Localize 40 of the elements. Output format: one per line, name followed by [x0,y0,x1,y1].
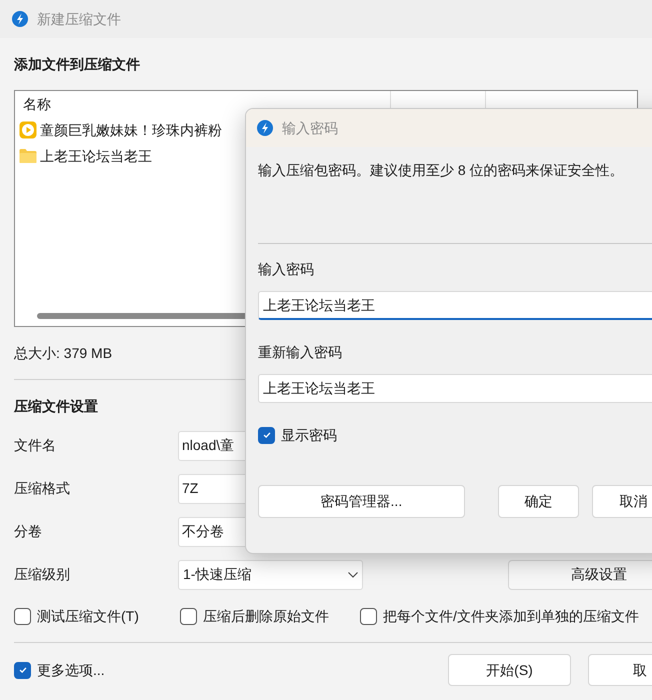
checkbox-label: 压缩后删除原始文件 [203,606,329,626]
password-field[interactable]: 上老王论坛当老王 [258,291,652,320]
checkbox-label: 把每个文件/文件夹添加到单独的压缩文件 [383,606,639,626]
file-name[interactable]: 童颜巨乳嫩妹妹！珍珠内裤粉 [40,120,222,140]
checkbox[interactable] [360,608,377,624]
folder-icon [19,148,37,164]
file-name[interactable]: 上老王论坛当老王 [40,146,152,166]
start-button[interactable]: 开始(S) [448,654,571,686]
dialog-description: 输入压缩包密码。建议使用至少 8 位的密码来保证安全性。 [258,161,625,180]
field-label: 输入密码 [258,260,315,279]
cancel-button[interactable]: 取消 [592,485,652,518]
app-logo-icon [257,120,273,136]
checkbox[interactable] [14,662,31,678]
chevron-down-icon [348,572,358,578]
app-logo-icon [12,11,28,27]
advanced-settings-button[interactable]: 高级设置 [508,560,652,590]
password-manager-button[interactable]: 密码管理器... [258,485,465,518]
window-title: 新建压缩文件 [37,10,121,28]
password-field[interactable]: 上老王论坛当老王 [258,374,652,403]
checkbox[interactable] [14,608,31,624]
field-label: 压缩格式 [14,479,71,498]
field-label: 文件名 [14,436,57,455]
field-label: 分卷 [14,522,43,541]
check-icon [18,665,28,675]
compression-level-dropdown[interactable]: 1-快速压缩 [178,560,363,590]
dialog-title: 输入密码 [282,118,338,138]
checkbox[interactable] [258,426,275,444]
video-file-icon [19,121,37,139]
total-size: 总大小: 379 MB [14,344,112,363]
checkbox-label: 测试压缩文件(T) [37,606,139,626]
field-label: 压缩级别 [14,565,71,584]
section-heading: 压缩文件设置 [14,397,99,416]
check-icon [262,430,272,440]
ok-button[interactable]: 确定 [498,485,580,518]
checkbox-label: 更多选项... [37,660,105,680]
section-heading: 添加文件到压缩文件 [14,55,141,74]
checkbox[interactable] [180,608,197,624]
column-header[interactable]: 名称 [15,94,390,114]
field-label: 重新输入密码 [258,343,343,362]
cancel-button[interactable]: 取 [588,654,652,686]
